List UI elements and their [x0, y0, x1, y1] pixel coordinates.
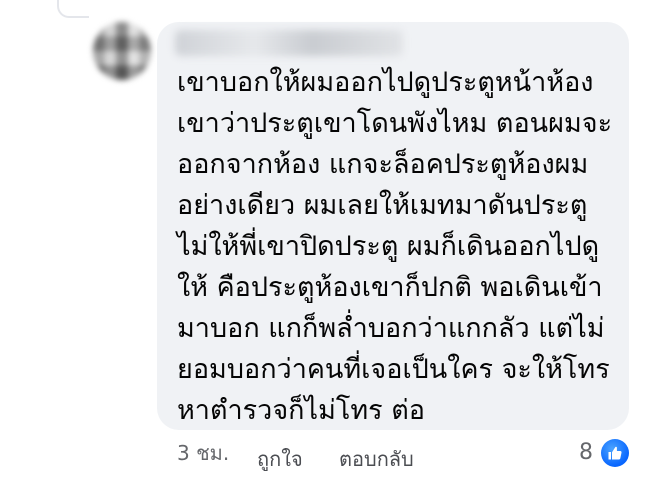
avatar[interactable]: [93, 22, 151, 80]
comment-text: เขาบอกให้ผมออกไปดูประตูหน้าห้อง เขาว่าปร…: [177, 62, 617, 431]
like-thumb-icon[interactable]: [601, 439, 629, 467]
comment-line: ออกจากห้อง แกจะล็อคประตูห้องผม: [177, 149, 589, 180]
like-button[interactable]: ถูกใจ: [257, 443, 303, 475]
comment-line: หาตำรวจก็ไม่โทร ต่อ: [177, 395, 425, 426]
comment-line: ไม่ให้พี่เขาปิดประตู ผมก็เดินออกไปดู: [177, 231, 600, 262]
reaction-count[interactable]: 8: [579, 437, 593, 469]
comment-timestamp[interactable]: 3 ชม.: [177, 437, 229, 469]
comment-thread: เขาบอกให้ผมออกไปดูประตูหน้าห้อง เขาว่าปร…: [0, 0, 650, 488]
thumbs-up-icon: [608, 446, 622, 460]
comment-line: ให้ คือประตูห้องเขาก็ปกติ พอเดินเข้า: [177, 272, 603, 303]
author-name-redacted[interactable]: [175, 30, 403, 56]
comment-line: เขาว่าประตูเขาโดนพังไหม ตอนผมจะ: [177, 108, 613, 139]
comment-line: ยอมบอกว่าคนที่เจอเป็นใคร จะให้โทร: [177, 354, 610, 385]
comment-line: มาบอก แกก็พล่ำบอกว่าแกกลัว แต่ไม่: [177, 313, 605, 344]
comment-line: เขาบอกให้ผมออกไปดูประตูหน้าห้อง: [177, 67, 594, 98]
comment-line: อย่างเดียว ผมเลยให้เมทมาดันประตู: [177, 190, 588, 221]
reply-button[interactable]: ตอบกลับ: [339, 443, 414, 475]
thread-connector-line: [57, 0, 89, 18]
